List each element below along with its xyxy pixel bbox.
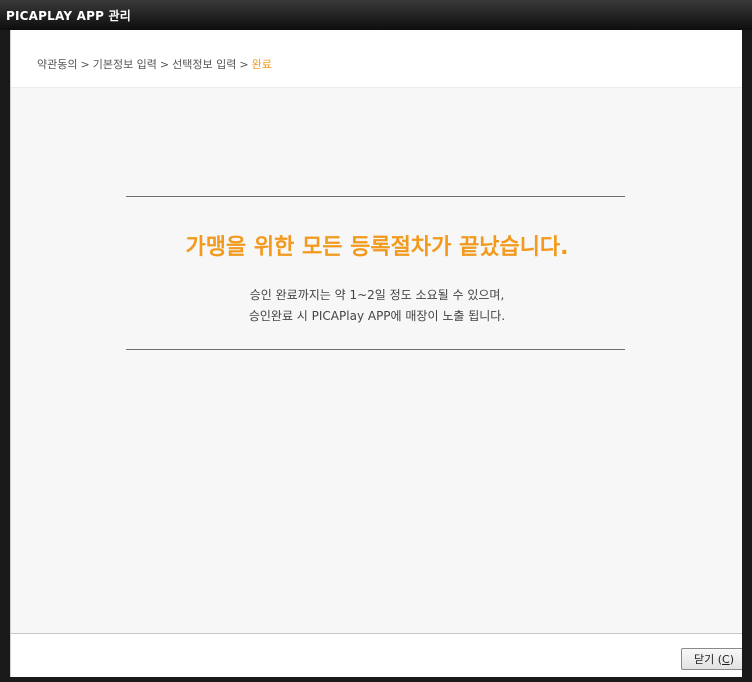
completion-headline: 가맹을 위한 모든 등록절차가 끝났습니다.	[185, 235, 569, 260]
breadcrumb-step-terms: 약관동의	[37, 58, 78, 71]
close-button-accesskey: C	[722, 652, 730, 666]
close-button[interactable]: 닫기 (C)	[681, 648, 747, 670]
window-title: PICAPLAY APP 관리	[6, 9, 131, 23]
title-bar[interactable]: PICAPLAY APP 관리	[0, 0, 752, 30]
breadcrumb-separator: >	[159, 58, 170, 71]
app-window: PICAPLAY APP 관리 약관동의 > 기본정보 입력 > 선택정보 입력 > 완료 …	[0, 0, 752, 682]
breadcrumb-step-complete: 완료	[251, 58, 272, 71]
breadcrumb-step-optional-info: 선택정보 입력	[172, 58, 237, 71]
window-border-right	[742, 30, 752, 682]
client-area: 약관동의 > 기본정보 입력 > 선택정보 입력 > 완료 가맹을 위한 모든 등록절차가 …	[10, 30, 752, 677]
divider-top	[126, 196, 625, 197]
close-button-label: 닫기 (	[693, 653, 723, 666]
breadcrumb-separator: >	[239, 58, 249, 71]
footer: 닫기 (C)	[11, 634, 752, 677]
completion-panel: 가맹을 위한 모든 등록절차가 끝났습니다. 승인 완료까지는 약 1~2일 정…	[11, 88, 743, 633]
divider-bottom	[126, 349, 625, 350]
breadcrumb-step-basic-info: 기본정보 입력	[92, 58, 157, 71]
breadcrumb-steps: 약관동의 > 기본정보 입력 > 선택정보 입력 > 완료	[37, 56, 272, 72]
breadcrumb: 약관동의 > 기본정보 입력 > 선택정보 입력 > 완료	[11, 30, 743, 88]
close-button-suffix: )	[729, 652, 734, 666]
approval-message-line1: 승인 완료까지는 약 1~2일 정도 소요될 수 있으며,	[249, 288, 505, 302]
approval-message-line2: 승인완료 시 PICAPlay APP에 매장이 노출 됩니다.	[248, 309, 506, 323]
breadcrumb-separator: >	[80, 58, 90, 71]
